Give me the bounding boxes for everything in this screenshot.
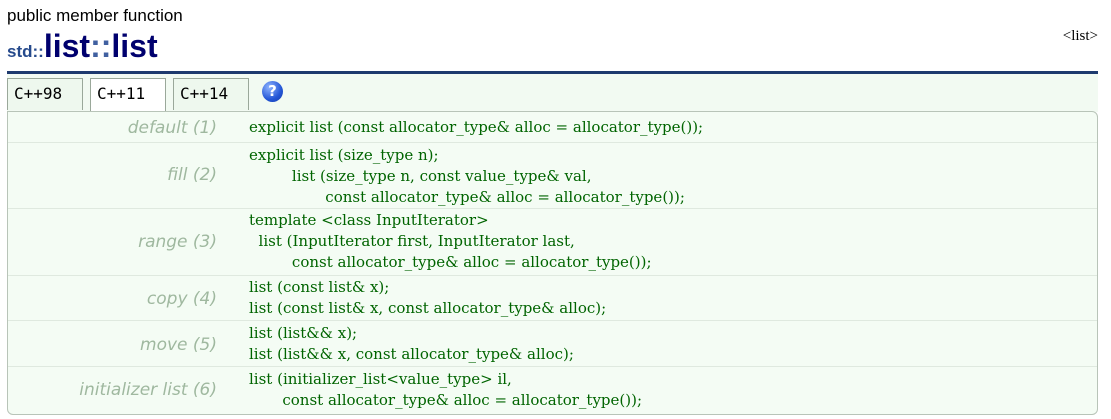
- function-kind: public member function: [7, 6, 183, 25]
- tab-cpp98[interactable]: C++98: [7, 78, 83, 110]
- title-scope-separator: ::: [90, 28, 112, 64]
- header-link-list[interactable]: <list>: [1063, 28, 1098, 45]
- signatures-panel: default (1) explicit list (const allocat…: [7, 111, 1098, 415]
- signature-row: fill (2) explicit list (size_type n); li…: [8, 142, 1097, 209]
- signature-label: move (5): [140, 335, 217, 355]
- tab-cpp11[interactable]: C++11: [90, 78, 166, 113]
- signature-label: fill (2): [167, 165, 217, 185]
- signature-code: explicit list (const allocator_type& all…: [249, 118, 704, 136]
- signature-code: list (list&& x); list (list&& x, const a…: [249, 324, 574, 363]
- signature-row: move (5) list (list&& x); list (list&& x…: [8, 320, 1097, 367]
- signature-label: initializer list (6): [79, 380, 217, 400]
- signature-row: default (1) explicit list (const allocat…: [8, 112, 1097, 142]
- version-tabs: C++98 C++11 C++14 ?: [7, 74, 1098, 113]
- signature-row: copy (4) list (const list& x); list (con…: [8, 275, 1097, 321]
- signature-row: initializer list (6) list (initializer_l…: [8, 366, 1097, 415]
- title-member: list: [111, 28, 158, 64]
- title-class: list: [43, 28, 91, 64]
- signature-code: template <class InputIterator> list (Inp…: [249, 211, 652, 271]
- signature-label: default (1): [127, 118, 217, 138]
- title-namespace: std::: [7, 42, 44, 61]
- signature-label: range (3): [138, 232, 217, 252]
- title-name: list::list: [44, 28, 158, 64]
- help-icon[interactable]: ?: [262, 81, 283, 102]
- signature-code: list (const list& x); list (const list& …: [249, 278, 607, 317]
- tab-cpp14[interactable]: C++14: [173, 78, 249, 110]
- signature-code: list (initializer_list<value_type> il, c…: [249, 370, 643, 409]
- signature-row: range (3) template <class InputIterator>…: [8, 208, 1097, 276]
- page-title: std::list::list: [7, 28, 158, 71]
- signature-label: copy (4): [146, 289, 217, 309]
- signature-code: explicit list (size_type n); list (size_…: [249, 146, 685, 206]
